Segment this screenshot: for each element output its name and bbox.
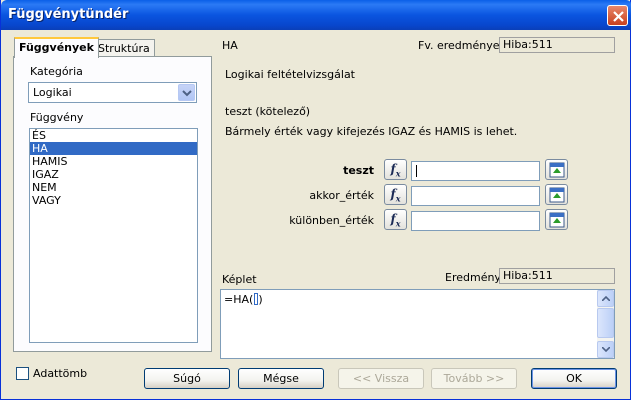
list-item[interactable]: VAGY — [30, 194, 197, 207]
next-button-label: Tovább >> — [443, 372, 505, 385]
title-bar[interactable]: Függvénytündér — [1, 0, 631, 30]
arg-input-akkor[interactable] — [411, 186, 540, 206]
shrink-dialog-icon — [549, 187, 565, 203]
shrink-dialog-icon — [549, 212, 565, 228]
function-wizard-window: Függvénytündér Függvények Struktúra Kate… — [0, 0, 631, 400]
function-list[interactable]: ÉS HA HAMIS IGAZ NEM VAGY — [29, 128, 198, 343]
tab-functions-label: Függvények — [19, 41, 94, 54]
shrink-dialog-icon — [549, 162, 565, 178]
close-button[interactable] — [607, 5, 628, 26]
argument-title: teszt (kötelező) — [225, 105, 311, 118]
dropdown-button[interactable] — [178, 84, 195, 101]
shrink-button-kulonben[interactable] — [545, 209, 568, 230]
arg-label-teszt: teszt — [343, 164, 374, 177]
back-button[interactable]: << Vissza — [338, 368, 424, 389]
arg-label-akkor: akkor_érték — [309, 189, 374, 202]
function-wizard-icon: fx — [390, 162, 401, 179]
list-item[interactable]: IGAZ — [30, 168, 197, 181]
fx-button-kulonben[interactable]: fx — [384, 209, 407, 230]
next-button[interactable]: Tovább >> — [431, 368, 517, 389]
arg-label-kulonben: különben_érték — [289, 214, 374, 227]
scroll-thumb[interactable] — [597, 308, 614, 338]
list-item-selected[interactable]: HA — [30, 142, 197, 155]
scroll-up-button[interactable] — [597, 290, 614, 307]
function-name: HA — [222, 39, 238, 52]
list-item[interactable]: NEM — [30, 181, 197, 194]
list-item[interactable]: ÉS — [30, 129, 197, 142]
vertical-scrollbar[interactable] — [597, 290, 614, 358]
formula-editor[interactable]: =HA() — [220, 289, 615, 359]
formula-label: Képlet — [222, 273, 257, 286]
function-wizard-icon: fx — [390, 212, 401, 229]
help-button-label: Súgó — [173, 372, 201, 385]
function-wizard-icon: fx — [390, 187, 401, 204]
function-result-field: Hiba:511 — [499, 37, 615, 53]
category-value: Logikai — [33, 86, 72, 99]
arg-input-teszt[interactable] — [411, 161, 540, 181]
text-caret — [416, 165, 417, 177]
chevron-up-icon — [602, 296, 610, 301]
tab-structure-label: Struktúra — [98, 42, 150, 55]
ok-button[interactable]: OK — [531, 368, 617, 389]
help-button[interactable]: Súgó — [144, 368, 230, 389]
argument-description: Bármely érték vagy kifejezés IGAZ és HAM… — [225, 125, 518, 138]
scroll-down-button[interactable] — [597, 341, 614, 358]
window-title: Függvénytündér — [8, 7, 129, 22]
chevron-down-icon — [182, 90, 192, 97]
shrink-button-akkor[interactable] — [545, 184, 568, 205]
formula-close-paren: ) — [258, 293, 263, 306]
formula-result-field: Hiba:511 — [499, 268, 615, 284]
fx-button-teszt[interactable]: fx — [384, 159, 407, 180]
fx-button-akkor[interactable]: fx — [384, 184, 407, 205]
back-button-label: << Vissza — [352, 372, 410, 385]
close-icon — [613, 11, 624, 22]
array-label: Adattömb — [33, 367, 88, 380]
chevron-down-icon — [602, 347, 610, 352]
array-checkbox[interactable] — [16, 367, 29, 380]
category-label: Kategória — [30, 65, 83, 78]
ok-button-label: OK — [566, 372, 582, 385]
cancel-button-label: Mégse — [263, 372, 299, 385]
function-result-label: Fv. eredménye: — [418, 39, 504, 52]
list-item[interactable]: HAMIS — [30, 155, 197, 168]
arg-input-kulonben[interactable] — [411, 211, 540, 231]
cancel-button[interactable]: Mégse — [238, 368, 324, 389]
function-description: Logikai feltételvizsgálat — [225, 68, 355, 81]
shrink-button-teszt[interactable] — [545, 159, 568, 180]
formula-text: =HA( — [224, 293, 254, 306]
formula-result-label: Eredmény — [445, 271, 501, 284]
function-list-label: Függvény — [30, 111, 84, 124]
tab-functions[interactable]: Függvények — [14, 37, 99, 58]
category-select[interactable]: Logikai — [28, 82, 197, 103]
